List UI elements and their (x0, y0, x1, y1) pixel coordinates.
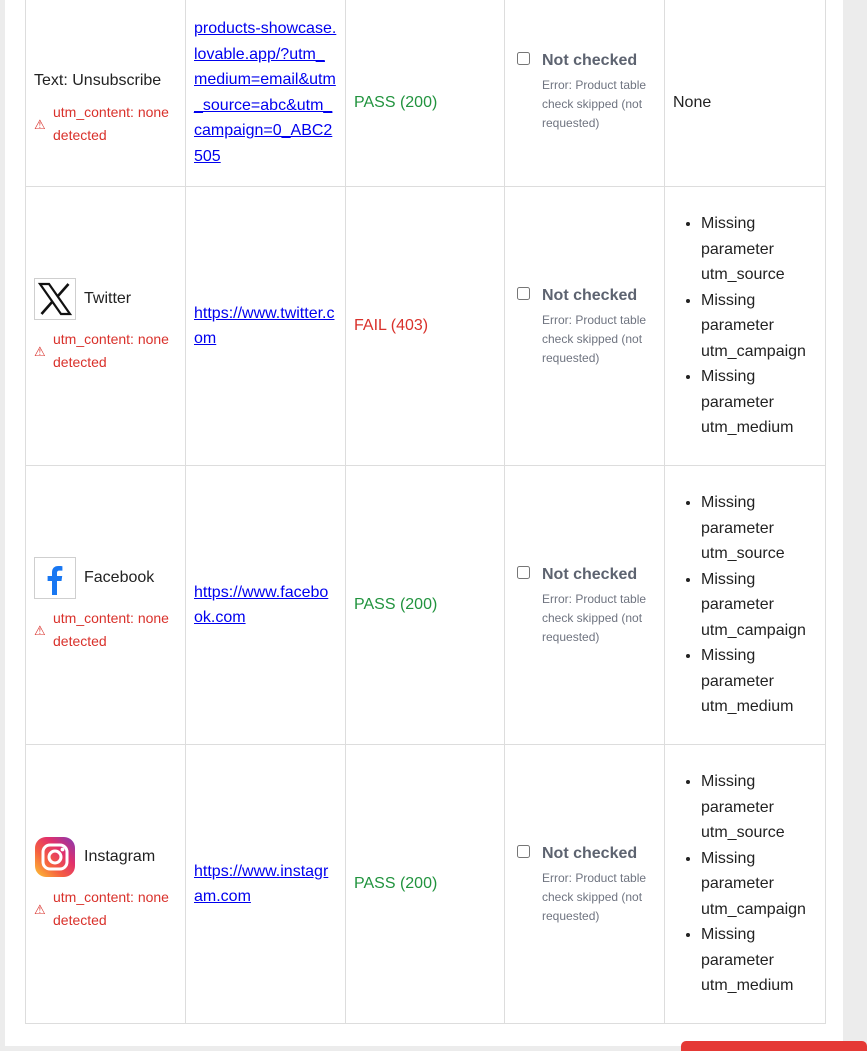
list-item: Missing parameter utm_medium (701, 643, 817, 720)
product-check-checkbox[interactable] (517, 565, 530, 579)
check-status-title: Not checked (542, 565, 638, 583)
warning-text: utm_content: none detected (53, 889, 169, 928)
issues-list: Missing parameter utm_source Missing par… (673, 769, 817, 999)
source-cell: Twitter ⚠ utm_content: none detected (25, 186, 186, 466)
tracked-link[interactable]: https://www.twitter.com (194, 305, 334, 348)
source-text: Text: Unsubscribe (34, 71, 162, 89)
product-check-cell: Not checked Error: Product table check s… (504, 465, 665, 745)
issues-cell: None (664, 0, 826, 187)
source-name: Facebook (84, 569, 155, 587)
table-row: Twitter ⚠ utm_content: none detected htt… (25, 186, 826, 466)
issues-list: Missing parameter utm_source Missing par… (673, 211, 817, 441)
facebook-logo-icon (34, 557, 76, 599)
utm-warning: ⚠ utm_content: none detected (34, 328, 177, 374)
tracked-link[interactable]: https://www.facebook.com (194, 584, 328, 627)
check-error-text: Error: Product table check skipped (not … (542, 78, 647, 130)
list-item: Missing parameter utm_source (701, 211, 817, 288)
status-cell: PASS (200) (345, 465, 505, 745)
issues-cell: Missing parameter utm_source Missing par… (664, 186, 826, 466)
list-item: Missing parameter utm_source (701, 769, 817, 846)
list-item: Missing parameter utm_medium (701, 922, 817, 999)
list-item: Missing parameter utm_medium (701, 364, 817, 441)
list-item: Missing parameter utm_campaign (701, 567, 817, 644)
warning-text: utm_content: none detected (53, 104, 169, 144)
issues-cell: Missing parameter utm_source Missing par… (664, 744, 826, 1024)
status-text: PASS (200) (354, 94, 438, 112)
list-item: Missing parameter utm_campaign (701, 846, 817, 923)
warning-icon: ⚠ (34, 622, 46, 638)
action-button-edge[interactable] (681, 1041, 867, 1051)
link-check-results-table: Text: Unsubscribe ⚠ utm_content: none de… (25, 0, 826, 1024)
link-cell: https://www.instagram.com (185, 744, 346, 1024)
check-error-text: Error: Product table check skipped (not … (542, 312, 647, 365)
check-status-title: Not checked (542, 286, 638, 304)
issues-cell: Missing parameter utm_source Missing par… (664, 465, 826, 745)
product-check-checkbox[interactable] (517, 286, 530, 300)
warning-icon: ⚠ (34, 901, 46, 917)
warning-text: utm_content: none detected (53, 331, 169, 370)
check-status-title: Not checked (542, 52, 638, 69)
issues-none-text: None (673, 94, 712, 112)
check-error-text: Error: Product table check skipped (not … (542, 591, 647, 644)
status-cell: PASS (200) (345, 0, 505, 187)
source-cell: Facebook ⚠ utm_content: none detected (25, 465, 186, 745)
product-check-cell: Not checked Error: Product table check s… (504, 0, 665, 187)
product-check-checkbox[interactable] (517, 844, 530, 858)
source-name: Twitter (84, 290, 132, 308)
instagram-logo-icon (34, 836, 76, 878)
product-check-cell: Not checked Error: Product table check s… (504, 186, 665, 466)
utm-warning: ⚠ utm_content: none detected (34, 886, 177, 932)
source-name: Instagram (84, 848, 156, 866)
tracked-link[interactable]: products-showcase.lovable.app/?utm_mediu… (194, 20, 336, 165)
check-status-title: Not checked (542, 844, 638, 862)
source-cell: Instagram ⚠ utm_content: none detected (25, 744, 186, 1024)
status-text: PASS (200) (354, 875, 438, 893)
table-row: Text: Unsubscribe ⚠ utm_content: none de… (25, 0, 826, 187)
product-check-checkbox[interactable] (517, 52, 530, 65)
product-check-cell: Not checked Error: Product table check s… (504, 744, 665, 1024)
source-cell: Text: Unsubscribe ⚠ utm_content: none de… (25, 0, 186, 187)
status-text: FAIL (403) (354, 317, 429, 335)
list-item: Missing parameter utm_campaign (701, 288, 817, 365)
warning-icon: ⚠ (34, 116, 46, 132)
list-item: Missing parameter utm_source (701, 490, 817, 567)
link-cell: products-showcase.lovable.app/?utm_mediu… (185, 0, 346, 187)
tracked-link[interactable]: https://www.instagram.com (194, 863, 328, 906)
status-cell: FAIL (403) (345, 186, 505, 466)
warning-icon: ⚠ (34, 343, 46, 359)
status-cell: PASS (200) (345, 744, 505, 1024)
table-row: Facebook ⚠ utm_content: none detected ht… (25, 465, 826, 745)
x-twitter-logo-icon (34, 278, 76, 320)
warning-text: utm_content: none detected (53, 610, 169, 649)
link-cell: https://www.facebook.com (185, 465, 346, 745)
issues-list: Missing parameter utm_source Missing par… (673, 490, 817, 720)
check-error-text: Error: Product table check skipped (not … (542, 870, 647, 923)
utm-warning: ⚠ utm_content: none detected (34, 607, 177, 653)
table-row: Instagram ⚠ utm_content: none detected h… (25, 744, 826, 1024)
status-text: PASS (200) (354, 596, 438, 614)
utm-warning: ⚠ utm_content: none detected (34, 101, 177, 147)
link-cell: https://www.twitter.com (185, 186, 346, 466)
